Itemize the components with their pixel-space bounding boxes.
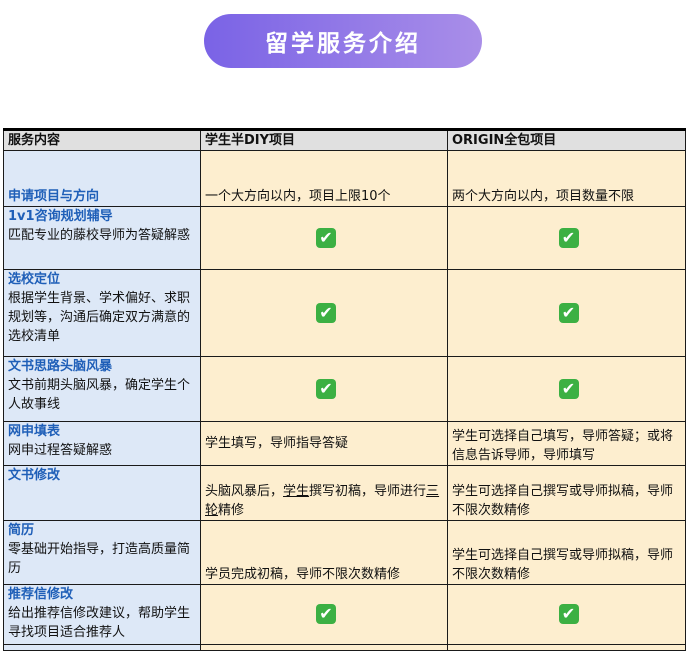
service-desc: 零基础开始指导，打造高质量简历 bbox=[8, 542, 191, 576]
service-title: 选校定位 bbox=[8, 272, 61, 287]
table-row: 选校定位 根据学生背景、学术偏好、求职规划等，沟通后确定双方满意的选校清单 ✔ … bbox=[3, 269, 686, 357]
table-row: 推荐信修改 给出推荐信修改建议，帮助学生寻找项目适合推荐人 ✔ ✔ bbox=[3, 584, 686, 645]
table-header-row: 服务内容 学生半DIY项目 ORIGIN全包项目 bbox=[3, 128, 686, 151]
check-icon: ✔ bbox=[316, 378, 336, 399]
diy-cell: 学员完成初稿，导师不限次数精修 bbox=[200, 520, 448, 585]
origin-cell: ✔ bbox=[447, 206, 686, 270]
origin-cell: 学生可选择自己填写，导师答疑；或将信息告诉导师，导师填写 bbox=[447, 421, 686, 466]
diy-cell: ✔ bbox=[200, 584, 448, 645]
service-desc: 根据学生背景、学术偏好、求职规划等，沟通后确定双方满意的选校清单 bbox=[8, 291, 191, 344]
service-title: 网申填表 bbox=[8, 424, 61, 439]
service-cell: 申请项目与方向 bbox=[3, 150, 201, 207]
check-icon: ✔ bbox=[316, 604, 336, 624]
service-cell: 选校定位 根据学生背景、学术偏好、求职规划等，沟通后确定双方满意的选校清单 bbox=[3, 269, 201, 357]
table-row: 简历 零基础开始指导，打造高质量简历 学员完成初稿，导师不限次数精修 学生可选择… bbox=[3, 520, 686, 585]
service-desc: 匹配专业的藤校导师为答疑解惑 bbox=[8, 228, 191, 243]
page: 留学服务介绍 服务内容 学生半DIY项目 ORIGIN全包项目 申请项目与方向 … bbox=[0, 0, 686, 654]
service-cell: 简历 零基础开始指导，打造高质量简历 bbox=[3, 520, 201, 585]
diy-cell: 一个大方向以内，项目上限10个 bbox=[200, 150, 448, 207]
check-icon: ✔ bbox=[558, 302, 579, 323]
service-table: 服务内容 学生半DIY项目 ORIGIN全包项目 申请项目与方向 一个大方向以内… bbox=[3, 128, 686, 651]
diy-text-underlined: 学生 bbox=[283, 484, 310, 499]
service-cell: 1v1咨询规划辅导 匹配专业的藤校导师为答疑解惑 bbox=[3, 206, 201, 270]
service-title: 文书思路头脑风暴 bbox=[8, 359, 113, 374]
diy-cell: ✔ bbox=[200, 269, 448, 357]
table-row: 1v1咨询规划辅导 匹配专业的藤校导师为答疑解惑 ✔ ✔ bbox=[3, 206, 686, 270]
header-service: 服务内容 bbox=[3, 128, 201, 151]
origin-cell: 学生可选择自己撰写或导师拟稿，导师不限次数精修 bbox=[447, 520, 686, 585]
diy-cell: 学生填写，导师指导答疑 bbox=[200, 421, 448, 466]
service-cell: 网申填表 网申过程答疑解惑 bbox=[3, 421, 201, 466]
origin-cell: ✔ bbox=[447, 356, 686, 422]
service-cell: 文书修改 bbox=[3, 465, 201, 521]
table-row: 网申填表 网申过程答疑解惑 学生填写，导师指导答疑 学生可选择自己填写，导师答疑… bbox=[3, 421, 686, 466]
diy-cell: ✔ bbox=[200, 206, 448, 270]
origin-cell: 学生可选择自己撰写或导师拟稿，导师不限次数精修 bbox=[447, 465, 686, 521]
table-row: 文书思路头脑风暴 文书前期头脑风暴，确定学生个人故事线 ✔ ✔ bbox=[3, 356, 686, 422]
origin-cell: ✔ bbox=[447, 269, 686, 357]
service-desc: 给出推荐信修改建议，帮助学生寻找项目适合推荐人 bbox=[8, 606, 191, 640]
header-diy: 学生半DIY项目 bbox=[200, 128, 448, 151]
diy-text-part: 精修 bbox=[218, 503, 245, 518]
diy-cell bbox=[200, 644, 448, 651]
service-title: 推荐信修改 bbox=[8, 587, 74, 602]
check-icon: ✔ bbox=[316, 302, 336, 323]
origin-cell: ✔ bbox=[447, 584, 686, 645]
check-icon: ✔ bbox=[558, 604, 579, 624]
service-desc: 网申过程答疑解惑 bbox=[8, 443, 113, 458]
service-title: 简历 bbox=[8, 523, 35, 538]
origin-cell: 两个大方向以内，项目数量不限 bbox=[447, 150, 686, 207]
table-row: 申请项目与方向 一个大方向以内，项目上限10个 两个大方向以内，项目数量不限 bbox=[3, 150, 686, 207]
banner-title: 留学服务介绍 bbox=[204, 14, 482, 68]
diy-cell: ✔ bbox=[200, 356, 448, 422]
service-cell: 文书思路头脑风暴 文书前期头脑风暴，确定学生个人故事线 bbox=[3, 356, 201, 422]
service-title: 1v1咨询规划辅导 bbox=[8, 209, 113, 224]
service-title: 文书修改 bbox=[8, 468, 61, 483]
check-icon: ✔ bbox=[558, 227, 579, 248]
check-icon: ✔ bbox=[316, 227, 336, 248]
service-cell bbox=[3, 644, 201, 651]
header-origin: ORIGIN全包项目 bbox=[447, 128, 686, 151]
service-cell: 推荐信修改 给出推荐信修改建议，帮助学生寻找项目适合推荐人 bbox=[3, 584, 201, 645]
diy-cell: 头脑风暴后，学生撰写初稿，导师进行三轮精修 bbox=[200, 465, 448, 521]
table-row: 文书修改 头脑风暴后，学生撰写初稿，导师进行三轮精修 学生可选择自己撰写或导师拟… bbox=[3, 465, 686, 521]
diy-text-part: 头脑风暴后， bbox=[205, 484, 284, 499]
service-title: 申请项目与方向 bbox=[8, 189, 100, 204]
check-icon: ✔ bbox=[558, 378, 579, 399]
table-row-partial bbox=[3, 644, 686, 651]
origin-cell bbox=[447, 644, 686, 651]
service-desc: 文书前期头脑风暴，确定学生个人故事线 bbox=[8, 378, 191, 412]
diy-text-part: 撰写初稿，导师进行 bbox=[309, 484, 427, 499]
